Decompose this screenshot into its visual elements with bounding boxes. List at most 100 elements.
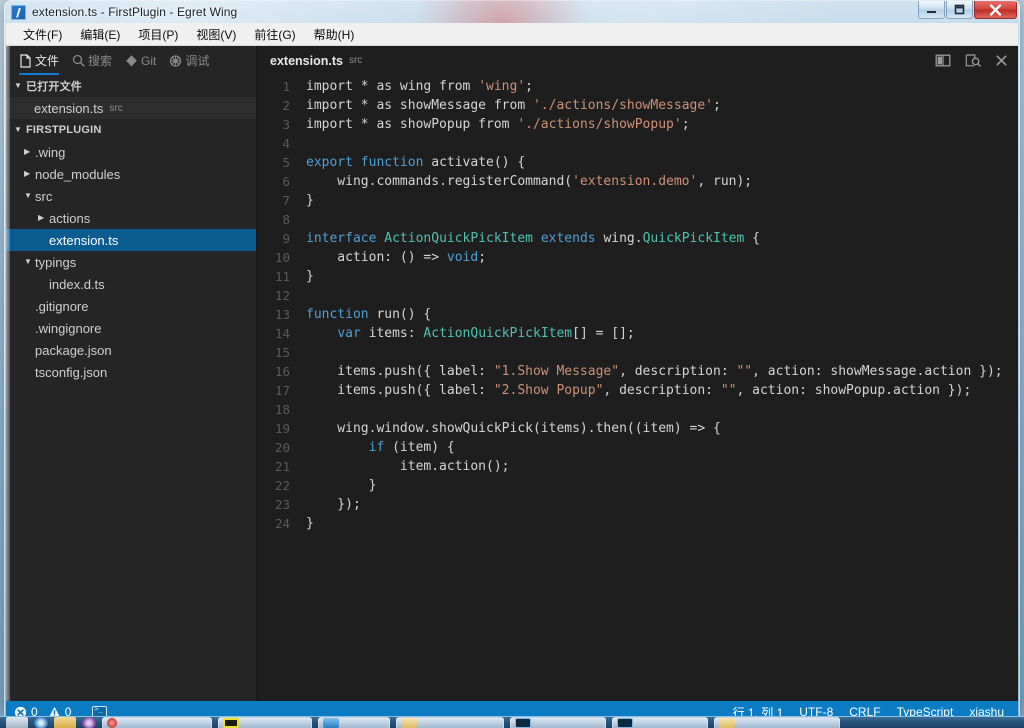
code-line: 17 items.push({ label: "2.Show Popup", d…: [258, 381, 1018, 400]
line-number: 14: [274, 326, 290, 341]
line-number: 12: [274, 288, 290, 303]
line-number: 20: [274, 440, 290, 455]
sidebar-tab-git-label: Git: [141, 53, 157, 68]
editor-tab-subtitle: src: [348, 55, 363, 66]
tree-item-gitignore[interactable]: .gitignore: [6, 295, 256, 317]
taskbar-button-5[interactable]: [510, 717, 606, 728]
split-editor-icon[interactable]: [935, 53, 951, 68]
editor-tab-title[interactable]: extension.ts: [270, 54, 343, 68]
tree-item-package-json[interactable]: package.json: [6, 339, 256, 361]
menu-edit[interactable]: 编辑(E): [71, 23, 129, 46]
line-number: 1: [282, 79, 290, 94]
code-line: 3 import * as showPopup from './actions/s…: [258, 115, 1018, 134]
code-token: ;: [525, 79, 533, 94]
taskbar-icon-1[interactable]: [6, 717, 28, 728]
code-line-text: function run() {: [306, 305, 1018, 324]
tree-item-actions[interactable]: ▶ actions: [6, 207, 256, 229]
section-open-editors[interactable]: ▼ 已打开文件: [6, 75, 256, 97]
tree-item-label: .wing: [35, 144, 66, 160]
sidebar-tab-git[interactable]: Git: [125, 46, 156, 75]
tree-item-src[interactable]: ▼ src: [6, 185, 256, 207]
tree-item-typings[interactable]: ▼ typings: [6, 251, 256, 273]
code-token: , description:: [619, 364, 737, 379]
code-line: 1 import * as wing from 'wing';: [258, 77, 1018, 96]
maximize-button[interactable]: [946, 1, 973, 19]
line-number: 22: [274, 478, 290, 493]
section-project-root[interactable]: ▼ FIRSTPLUGIN: [6, 119, 256, 141]
status-problems[interactable]: 0 0: [14, 705, 71, 716]
code-editor-content[interactable]: 1 import * as wing from 'wing'; 2 import * …: [258, 75, 1018, 701]
chevron-down-icon: ▼: [24, 257, 32, 266]
menu-file[interactable]: 文件(F): [14, 23, 71, 46]
taskbar-icon-purple[interactable]: [82, 717, 96, 728]
status-user[interactable]: xiashu: [969, 705, 1004, 716]
code-line: 18: [258, 400, 1018, 419]
code-token: 'wing': [478, 79, 526, 94]
status-bar: 0 0 行 1, 列 1 UTF-8 CRLF TypeScript xiash…: [6, 701, 1018, 716]
sidebar-tab-files[interactable]: 文件: [19, 46, 60, 75]
tree-item-extension-ts[interactable]: extension.ts: [6, 229, 256, 251]
line-number: 9: [282, 231, 290, 246]
tree-item-label: package.json: [35, 342, 112, 358]
code-token: interface: [306, 231, 377, 246]
code-token: run() {: [368, 307, 432, 322]
code-token: 'extension.demo': [572, 174, 698, 189]
menu-project[interactable]: 项目(P): [129, 23, 187, 46]
chevron-down-icon: ▼: [24, 191, 32, 200]
close-button[interactable]: [974, 1, 1017, 19]
taskbar-button-1[interactable]: [102, 717, 212, 728]
taskbar-icon-folder[interactable]: [54, 717, 76, 728]
code-token: extends: [540, 231, 596, 246]
code-line: 7}: [258, 191, 1018, 210]
code-token: , run);: [697, 174, 753, 189]
code-token: items.push({ label:: [306, 383, 494, 398]
application-window: extension.ts - FirstPlugin - Egret Wing …: [4, 0, 1020, 716]
code-token: void: [446, 250, 479, 265]
taskbar-button-7[interactable]: [714, 717, 840, 728]
menu-goto[interactable]: 前往(G): [245, 23, 304, 46]
status-cursor-position[interactable]: 行 1, 列 1: [733, 704, 784, 717]
code-token: item.action();: [306, 459, 510, 474]
code-line-text: }: [306, 267, 1018, 286]
sidebar: 文件 搜索 Git 调试 ▼ 已打开文件 extension.ts src ▼ …: [6, 46, 256, 701]
tree-item-wingignore[interactable]: .wingignore: [6, 317, 256, 339]
taskbar-button-1-icon: [107, 718, 117, 728]
tree-item-node-modules[interactable]: ▶ node_modules: [6, 163, 256, 185]
window-left-edge: [6, 46, 10, 701]
status-eol[interactable]: CRLF: [849, 705, 880, 716]
taskbar-icon-browser[interactable]: [34, 717, 48, 728]
open-preview-icon[interactable]: [965, 53, 981, 68]
open-editor-item-extension-ts[interactable]: extension.ts src: [6, 97, 256, 119]
line-number: 21: [274, 459, 290, 474]
taskbar-button-6[interactable]: [612, 717, 708, 728]
code-line: 20 if (item) {: [258, 438, 1018, 457]
taskbar-button-6-icon: [617, 718, 633, 728]
close-editor-icon[interactable]: [995, 54, 1008, 67]
taskbar-button-2[interactable]: [218, 717, 312, 728]
status-language-mode[interactable]: TypeScript: [897, 705, 954, 716]
taskbar-button-4[interactable]: [396, 717, 504, 728]
status-console[interactable]: [92, 705, 108, 716]
status-bar-right: 行 1, 列 1 UTF-8 CRLF TypeScript xiashu: [733, 704, 1018, 717]
tree-item-tsconfig-json[interactable]: tsconfig.json: [6, 361, 256, 383]
code-line-text: import * as showPopup from './actions/sh…: [306, 115, 1018, 134]
code-token: function: [360, 155, 424, 170]
sidebar-tab-search[interactable]: 搜索: [72, 46, 112, 75]
menu-help[interactable]: 帮助(H): [305, 23, 364, 46]
menu-view[interactable]: 视图(V): [187, 23, 245, 46]
sidebar-tab-debug[interactable]: 调试: [169, 46, 209, 75]
code-line-text: import * as wing from 'wing';: [306, 77, 1018, 96]
code-line: 13 function run() {: [258, 305, 1018, 324]
status-encoding[interactable]: UTF-8: [799, 705, 833, 716]
minimize-button[interactable]: [918, 1, 945, 19]
tree-item-wing[interactable]: ▶ .wing: [6, 141, 256, 163]
title-bar[interactable]: extension.ts - FirstPlugin - Egret Wing: [5, 1, 1019, 23]
taskbar-button-3[interactable]: [318, 717, 390, 728]
tree-item-label: actions: [49, 210, 91, 226]
line-number: 10: [274, 250, 290, 265]
debug-bug-icon: [169, 54, 182, 68]
menu-bar: 文件(F) 编辑(E) 项目(P) 视图(V) 前往(G) 帮助(H): [6, 23, 1018, 46]
taskbar-button-5-icon: [515, 718, 531, 728]
tree-item-index-d-ts[interactable]: index.d.ts: [6, 273, 256, 295]
